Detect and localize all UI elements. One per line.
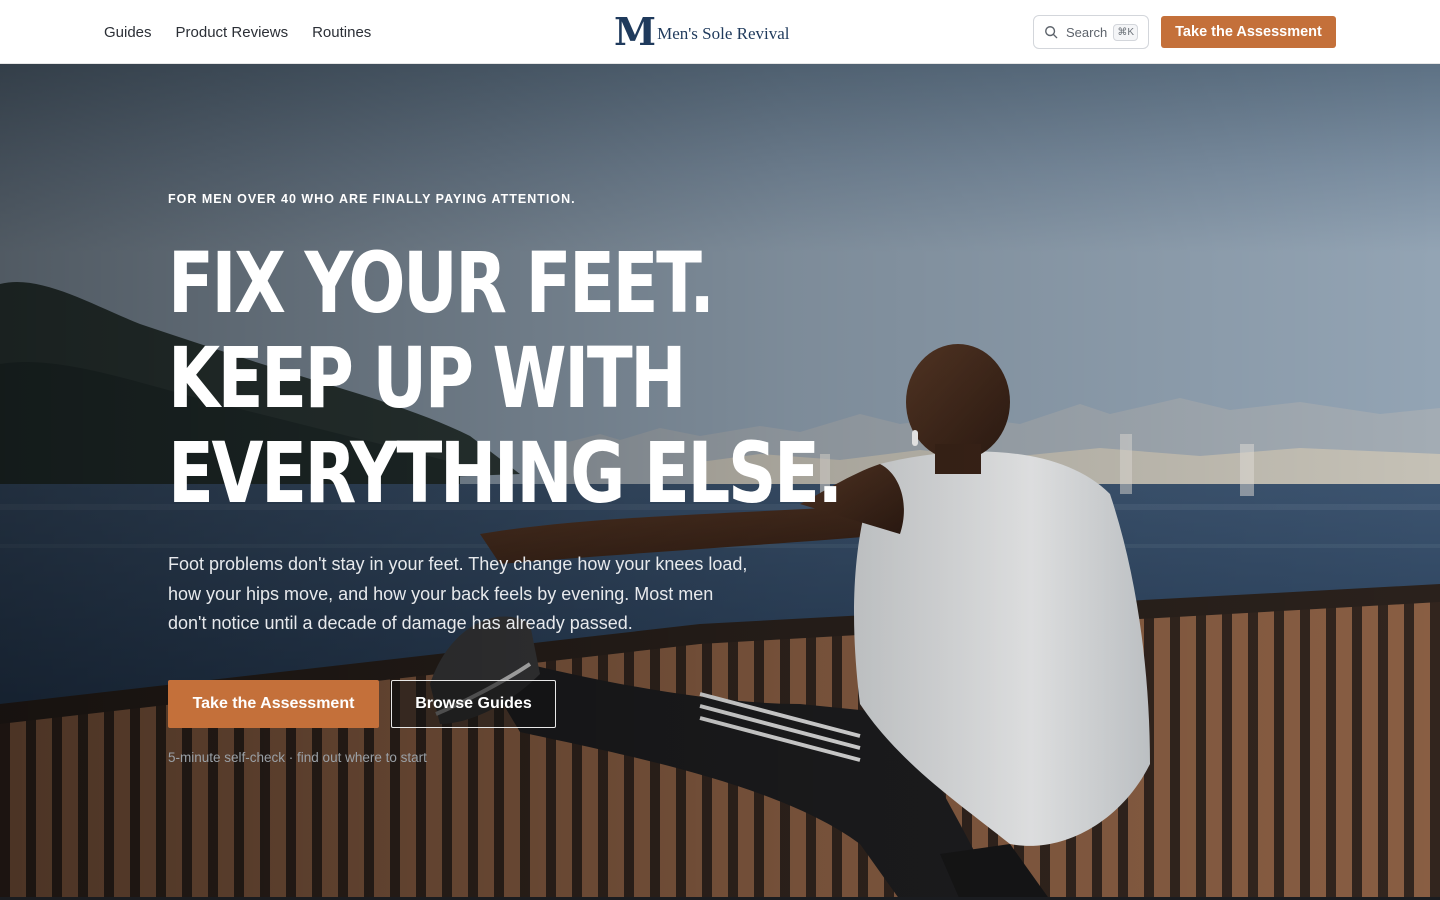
headline-line-3: EVERYTHING ELSE. bbox=[168, 424, 843, 522]
primary-nav: Guides Product Reviews Routines bbox=[104, 0, 371, 64]
nav-link-guides[interactable]: Guides bbox=[104, 24, 152, 41]
search-label: Search bbox=[1066, 24, 1108, 40]
search-shortcut-badge: ⌘K bbox=[1113, 23, 1138, 41]
brand-logo[interactable]: M Men's Sole Revival bbox=[614, 9, 790, 54]
hero-eyebrow: FOR MEN OVER 40 WHO ARE FINALLY PAYING A… bbox=[168, 192, 576, 206]
nav-link-product-reviews[interactable]: Product Reviews bbox=[176, 24, 289, 41]
brand-name: Men's Sole Revival bbox=[657, 24, 790, 43]
hero-subheading: Foot problems don't stay in your feet. T… bbox=[168, 554, 748, 633]
search-button[interactable]: Search ⌘K bbox=[1033, 15, 1149, 49]
hero-section: FOR MEN OVER 40 WHO ARE FINALLY PAYING A… bbox=[0, 64, 1440, 900]
top-navigation: Guides Product Reviews Routines M Men's … bbox=[0, 0, 1440, 64]
nav-link-routines[interactable]: Routines bbox=[312, 24, 371, 41]
hero-headline: FIX YOUR FEET. KEEP UP WITH EVERYTHING E… bbox=[168, 234, 843, 522]
brand-mark: M bbox=[614, 9, 656, 54]
search-icon bbox=[1045, 26, 1058, 39]
headline-line-2: KEEP UP WITH bbox=[168, 329, 687, 427]
take-assessment-button[interactable]: Take the Assessment bbox=[168, 680, 379, 728]
headline-line-1: FIX YOUR FEET. bbox=[168, 234, 715, 332]
browse-guides-button[interactable]: Browse Guides bbox=[391, 680, 556, 728]
assessment-note: 5-minute self-check · find out where to … bbox=[168, 750, 427, 765]
nav-assessment-button[interactable]: Take the Assessment bbox=[1161, 16, 1336, 48]
